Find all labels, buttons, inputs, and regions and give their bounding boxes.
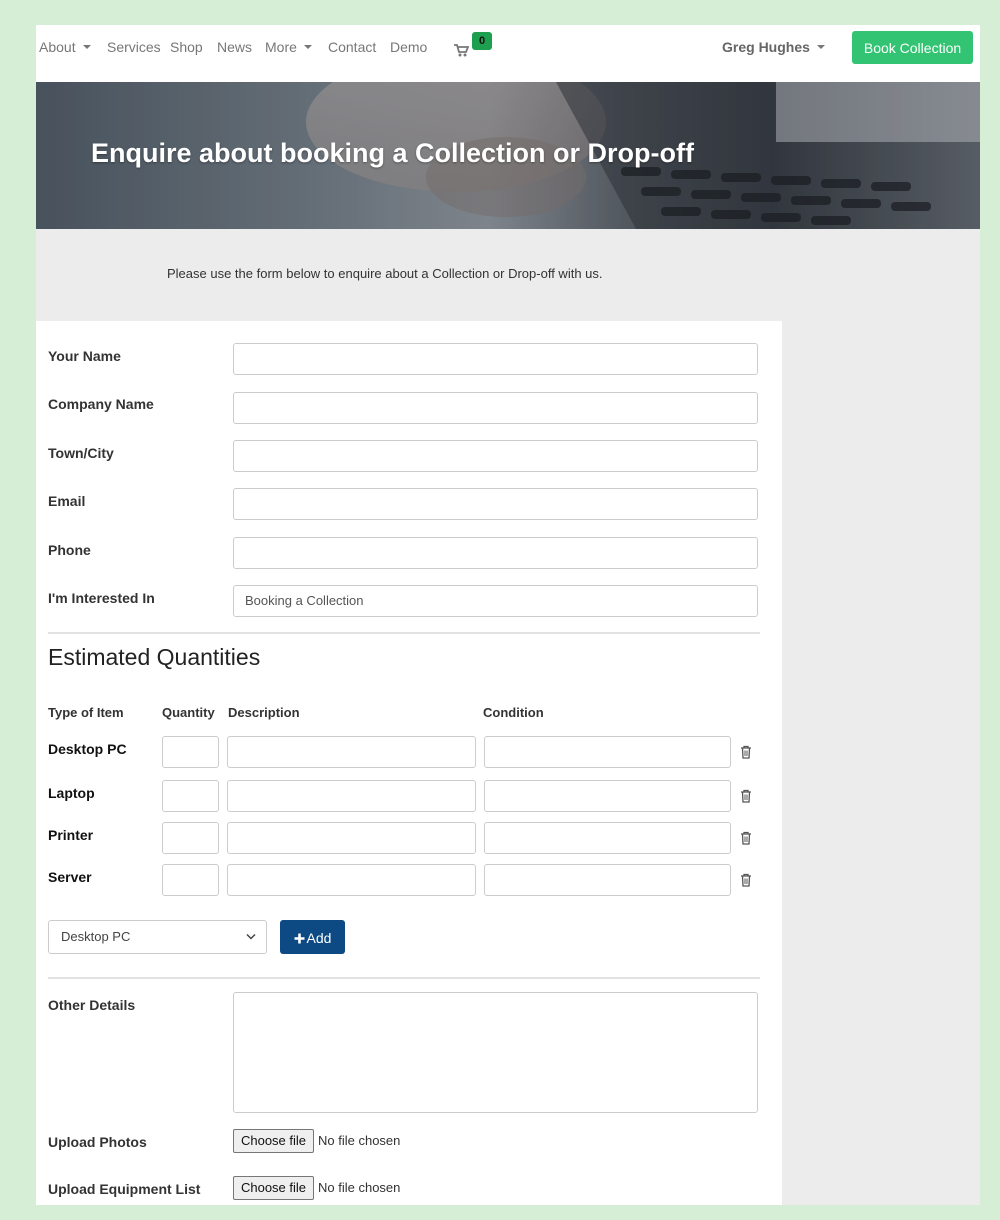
item-type-label: Printer <box>48 827 94 843</box>
chevron-down-icon <box>246 933 256 940</box>
quantity-input[interactable] <box>162 780 219 812</box>
description-input[interactable] <box>227 736 476 768</box>
page-title: Enquire about booking a Collection or Dr… <box>91 138 694 168</box>
item-type-select[interactable]: Desktop PC <box>48 920 267 954</box>
your-name-label: Your Name <box>48 348 121 364</box>
trash-icon[interactable] <box>740 745 752 759</box>
nav-news[interactable]: News <box>217 39 252 55</box>
email-label: Email <box>48 493 86 509</box>
shopping-cart-icon <box>454 44 469 57</box>
nav-services[interactable]: Services <box>107 39 161 55</box>
upload-photos-label: Upload Photos <box>48 1134 147 1150</box>
page: About Services Shop News More Contact De… <box>36 25 980 1205</box>
choose-photos-button[interactable]: Choose file <box>233 1129 314 1153</box>
company-name-input[interactable] <box>233 392 758 424</box>
town-city-input[interactable] <box>233 440 758 472</box>
cart-link[interactable]: 0 <box>454 31 494 61</box>
town-city-label: Town/City <box>48 445 114 461</box>
item-type-label: Server <box>48 869 92 885</box>
company-name-label: Company Name <box>48 396 154 412</box>
column-type-of-item: Type of Item <box>48 705 124 720</box>
equipment-list-file-status: No file chosen <box>318 1180 401 1195</box>
condition-input[interactable] <box>484 864 731 896</box>
item-type-label: Desktop PC <box>48 741 127 757</box>
cart-count-badge: 0 <box>472 32 492 50</box>
trash-icon[interactable] <box>740 873 752 887</box>
condition-input[interactable] <box>484 736 731 768</box>
description-input[interactable] <box>227 822 476 854</box>
hero-banner: Enquire about booking a Collection or Dr… <box>36 82 980 229</box>
user-menu[interactable]: Greg Hughes <box>722 39 825 55</box>
trash-icon[interactable] <box>740 831 752 845</box>
item-type-label: Laptop <box>48 785 95 801</box>
column-quantity: Quantity <box>162 705 215 720</box>
nav-contact[interactable]: Contact <box>328 39 376 55</box>
book-collection-button[interactable]: Book Collection <box>852 31 973 64</box>
nav-demo[interactable]: Demo <box>390 39 427 55</box>
column-condition: Condition <box>483 705 544 720</box>
divider <box>48 632 760 634</box>
quantity-input[interactable] <box>162 822 219 854</box>
estimated-quantities-heading: Estimated Quantities <box>48 644 261 670</box>
enquiry-form: Your Name Company Name Town/City Email P… <box>36 321 782 1205</box>
caret-down-icon <box>303 45 312 49</box>
caret-down-icon <box>82 45 91 49</box>
email-input[interactable] <box>233 488 758 520</box>
quantity-input[interactable] <box>162 864 219 896</box>
intro-text: Please use the form below to enquire abo… <box>167 266 603 281</box>
description-input[interactable] <box>227 780 476 812</box>
description-input[interactable] <box>227 864 476 896</box>
interested-in-input[interactable]: Booking a Collection <box>233 585 758 617</box>
upload-equipment-list-label: Upload Equipment List <box>48 1181 201 1197</box>
caret-down-icon <box>816 45 825 49</box>
choose-equipment-list-button[interactable]: Choose file <box>233 1176 314 1200</box>
top-navbar: About Services Shop News More Contact De… <box>36 25 980 82</box>
other-details-textarea[interactable] <box>233 992 758 1113</box>
condition-input[interactable] <box>484 780 731 812</box>
photos-file-status: No file chosen <box>318 1133 401 1148</box>
nav-about[interactable]: About <box>39 39 91 55</box>
interested-in-label: I'm Interested In <box>48 590 155 606</box>
nav-shop[interactable]: Shop <box>170 39 203 55</box>
your-name-input[interactable] <box>233 343 758 375</box>
divider <box>48 977 760 979</box>
phone-label: Phone <box>48 542 91 558</box>
quantity-input[interactable] <box>162 736 219 768</box>
add-item-button[interactable]: Add <box>280 920 345 954</box>
plus-icon <box>294 933 305 944</box>
condition-input[interactable] <box>484 822 731 854</box>
phone-input[interactable] <box>233 537 758 569</box>
column-description: Description <box>228 705 300 720</box>
other-details-label: Other Details <box>48 997 136 1013</box>
nav-more[interactable]: More <box>265 39 312 55</box>
trash-icon[interactable] <box>740 789 752 803</box>
